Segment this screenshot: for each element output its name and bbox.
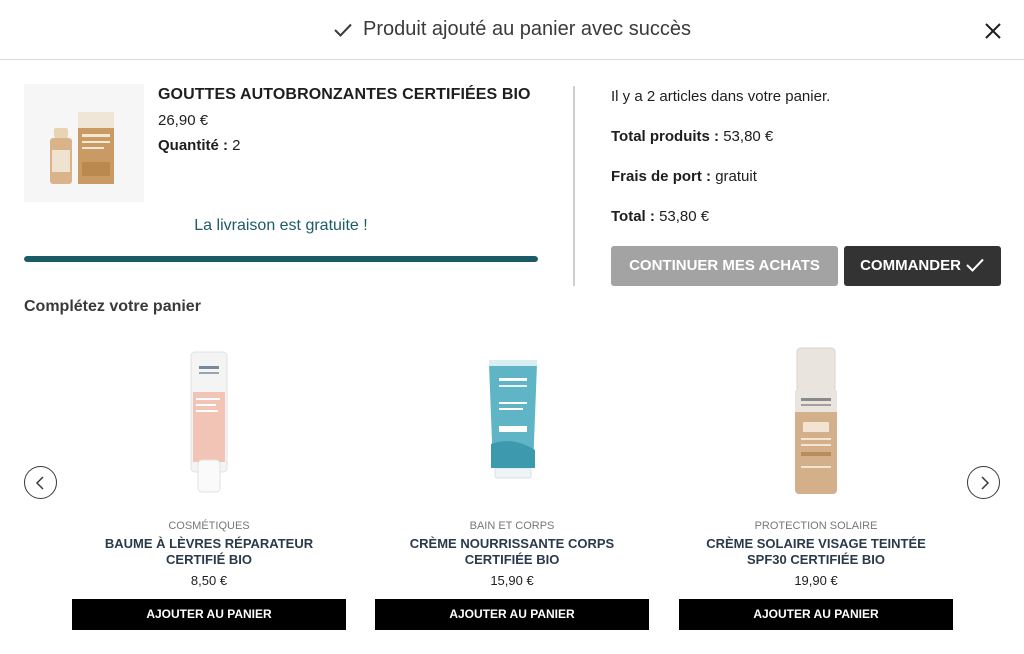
product-price: 19,90 € [794,573,838,588]
total-row: Total : 53,80 € [611,208,709,225]
check-icon [966,258,984,272]
added-product-quantity: Quantité : 2 [158,137,241,154]
self-tanning-drops-product-image [24,84,144,202]
lip-balm-tube-image[interactable] [72,340,346,500]
body-cream-tube-image[interactable] [375,340,649,500]
total-products-value: 53,80 € [723,128,774,145]
modal-title-text: Produit ajouté au panier avec succès [363,18,691,40]
shipping-label: Frais de port : [611,168,712,185]
add-to-cart-button[interactable]: AJOUTER AU PANIER [72,599,346,630]
product-name[interactable]: CRÈME NOURRISSANTE CORPS CERTIFIÉE BIO [385,536,639,568]
check-icon [333,21,353,44]
order-button-label: COMMANDER [860,257,961,274]
product-category: COSMÉTIQUES [168,520,250,532]
added-product-name[interactable]: GOUTTES AUTOBRONZANTES CERTIFIÉES BIO [158,86,531,104]
tinted-sunscreen-bottle-image[interactable] [679,340,953,500]
added-product-price: 26,90 € [158,112,209,129]
product-price: 15,90 € [490,573,534,588]
total-products-label: Total produits : [611,128,720,145]
product-price: 8,50 € [190,573,228,588]
modal-title: Produit ajouté au panier avec succès [0,18,1024,44]
product-category: PROTECTION SOLAIRE [754,520,878,532]
continue-shopping-button[interactable]: CONTINUER MES ACHATS [611,246,838,286]
modal-header: Produit ajouté au panier avec succès [0,0,1024,60]
shipping-row: Frais de port : gratuit [611,168,757,185]
upsell-title: Complétez votre panier [24,298,201,315]
product-name[interactable]: BAUME À LÈVRES RÉPARATEUR CERTIFIÉ BIO [82,536,336,568]
close-icon[interactable] [982,20,1004,42]
add-to-cart-button[interactable]: AJOUTER AU PANIER [375,599,649,630]
total-label: Total : [611,208,655,225]
chevron-left-icon[interactable] [24,466,57,499]
shipping-value: gratuit [715,168,757,185]
add-to-cart-button[interactable]: AJOUTER AU PANIER [679,599,953,630]
column-divider [573,86,575,286]
quantity-value: 2 [232,137,241,154]
total-products-row: Total produits : 53,80 € [611,128,773,145]
free-shipping-message: La livraison est gratuite ! [194,217,368,234]
order-button[interactable]: COMMANDER [844,246,1001,286]
cart-items-count: Il y a 2 articles dans votre panier. [611,88,831,105]
chevron-right-icon[interactable] [967,466,1000,499]
free-shipping-progress-bar [24,256,538,262]
progress-bar-fill [24,256,538,262]
total-value: 53,80 € [659,208,710,225]
product-category: BAIN ET CORPS [469,520,555,532]
product-name[interactable]: CRÈME SOLAIRE VISAGE TEINTÉE SPF30 CERTI… [689,536,943,568]
quantity-label: Quantité : [158,137,228,154]
